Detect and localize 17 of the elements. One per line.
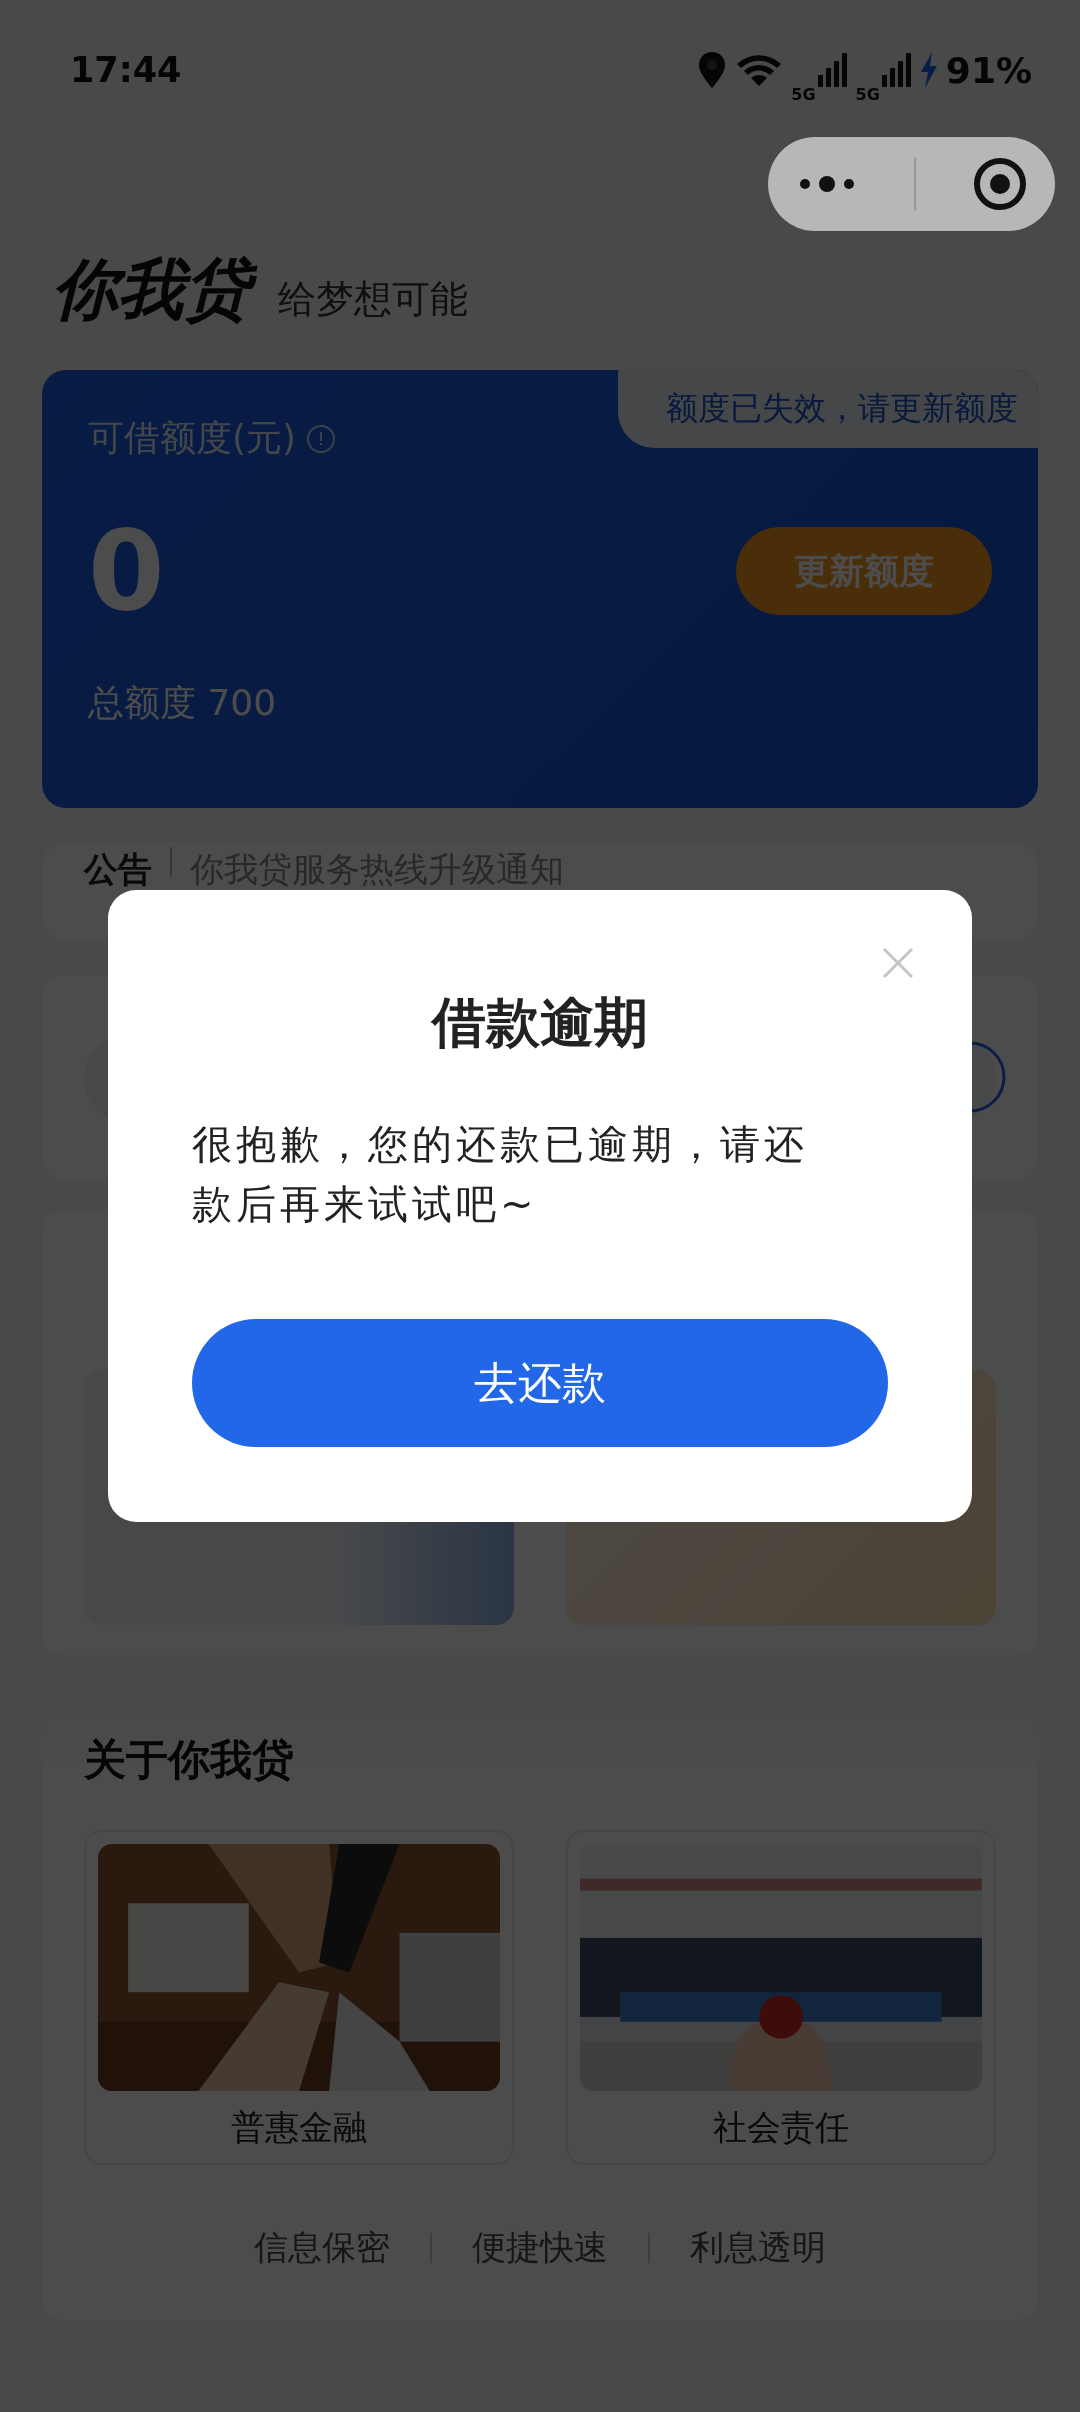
section-title: 关于你我贷 — [84, 1734, 295, 1786]
dialog-title: 借款逾期 — [432, 990, 648, 1056]
dialog-message: 很抱歉，您的还款已逾期，请还款后再来试试吧~ — [192, 1120, 809, 1229]
app-slogan: 给梦想可能 — [278, 276, 468, 323]
repay-button[interactable]: 去还款 — [192, 1319, 888, 1447]
credit-amount: 0 — [88, 511, 165, 631]
status-time: 17:44 — [70, 50, 182, 90]
battery-level: 91% — [945, 49, 1032, 91]
expired-notice: 额度已失效，请更新额度 — [666, 388, 1018, 429]
total-limit: 总额度 700 — [88, 681, 277, 725]
app-logo: 你我贷 — [52, 250, 264, 330]
network-label: 5G — [855, 84, 880, 104]
close-program-icon[interactable] — [972, 157, 1027, 211]
tile-label: 普惠金融 — [231, 2106, 367, 2149]
announcement-tag: 公告 — [84, 847, 152, 893]
network-label: 5G — [791, 84, 816, 104]
tile-label: 社会责任 — [713, 2106, 849, 2149]
